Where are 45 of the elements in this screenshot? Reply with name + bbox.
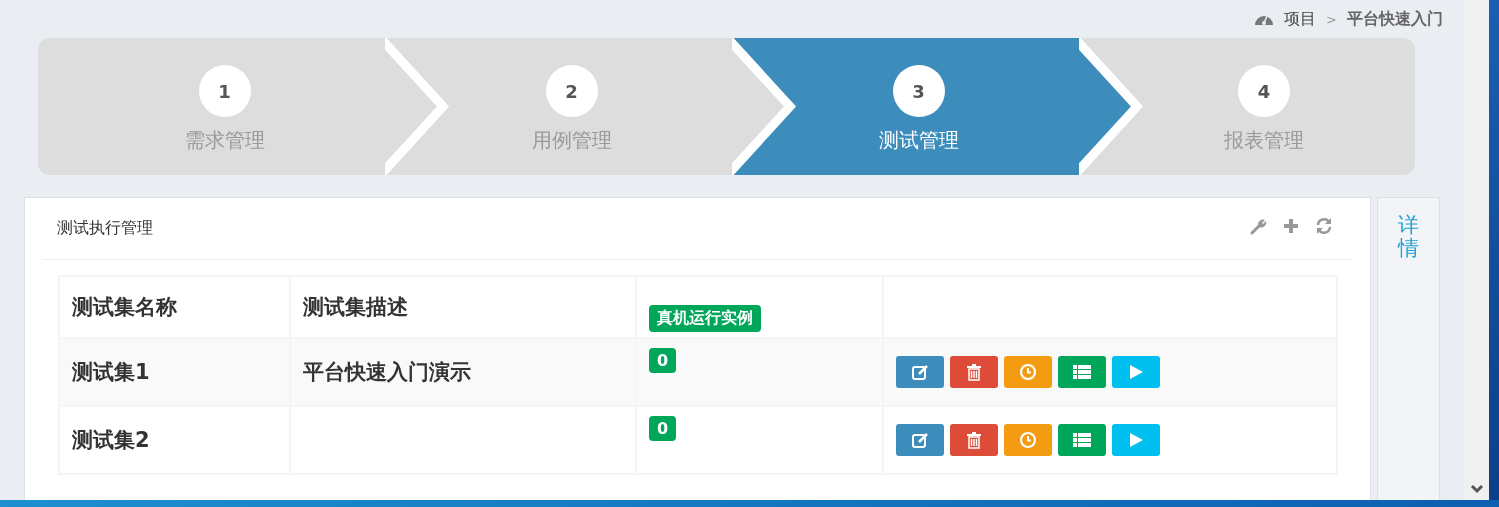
list-button[interactable] xyxy=(1058,424,1106,456)
run-button[interactable] xyxy=(1112,424,1160,456)
column-header: 测试集描述 xyxy=(290,276,636,338)
column-header: 测试集名称 xyxy=(59,276,290,338)
table-cell: 测试集2 xyxy=(59,406,290,474)
step-label: 报表管理 xyxy=(1224,127,1304,154)
edit-button[interactable] xyxy=(896,356,944,388)
step-label: 需求管理 xyxy=(184,127,265,154)
play-icon xyxy=(1128,364,1144,380)
list-icon xyxy=(1073,432,1091,448)
delete-button[interactable] xyxy=(950,356,998,388)
step-label: 测试管理 xyxy=(878,127,959,154)
table-cell: 测试集1 xyxy=(59,338,290,406)
edit-icon xyxy=(911,363,929,381)
count-badge: 0 xyxy=(649,348,677,373)
list-icon xyxy=(1073,364,1091,380)
step-number: 4 xyxy=(1238,65,1290,117)
schedule-button[interactable] xyxy=(1004,424,1052,456)
step-number: 3 xyxy=(892,65,945,117)
step-number: 1 xyxy=(198,65,251,117)
breadcrumb-item[interactable]: 项目 xyxy=(1284,8,1317,30)
schedule-button[interactable] xyxy=(1004,356,1052,388)
step-label: 用例管理 xyxy=(531,127,612,154)
scrollbar[interactable] xyxy=(1464,0,1489,500)
edit-button[interactable] xyxy=(896,424,944,456)
edit-icon xyxy=(911,431,929,449)
trash-icon xyxy=(966,363,982,381)
delete-button[interactable] xyxy=(950,424,998,456)
column-header-badge: 真机运行实例 xyxy=(649,304,761,332)
trash-icon xyxy=(966,431,982,449)
play-icon xyxy=(1128,432,1144,448)
count-badge: 0 xyxy=(649,416,677,441)
panel-title: 测试执行管理 xyxy=(56,218,153,239)
breadcrumb-separator: > xyxy=(1326,11,1337,27)
clock-icon xyxy=(1019,431,1037,449)
run-button[interactable] xyxy=(1112,356,1160,388)
breadcrumb-item: 平台快速入门 xyxy=(1347,8,1443,30)
plus-icon[interactable] xyxy=(1283,217,1299,234)
table-cell: 平台快速入门演示 xyxy=(290,338,636,406)
refresh-icon[interactable] xyxy=(1315,216,1333,235)
wizard-step[interactable]: 4 报表管理 xyxy=(1079,38,1415,175)
clock-icon xyxy=(1019,363,1037,381)
chevron-down-icon[interactable] xyxy=(1469,484,1484,494)
step-number: 2 xyxy=(545,65,598,117)
list-button[interactable] xyxy=(1058,356,1106,388)
